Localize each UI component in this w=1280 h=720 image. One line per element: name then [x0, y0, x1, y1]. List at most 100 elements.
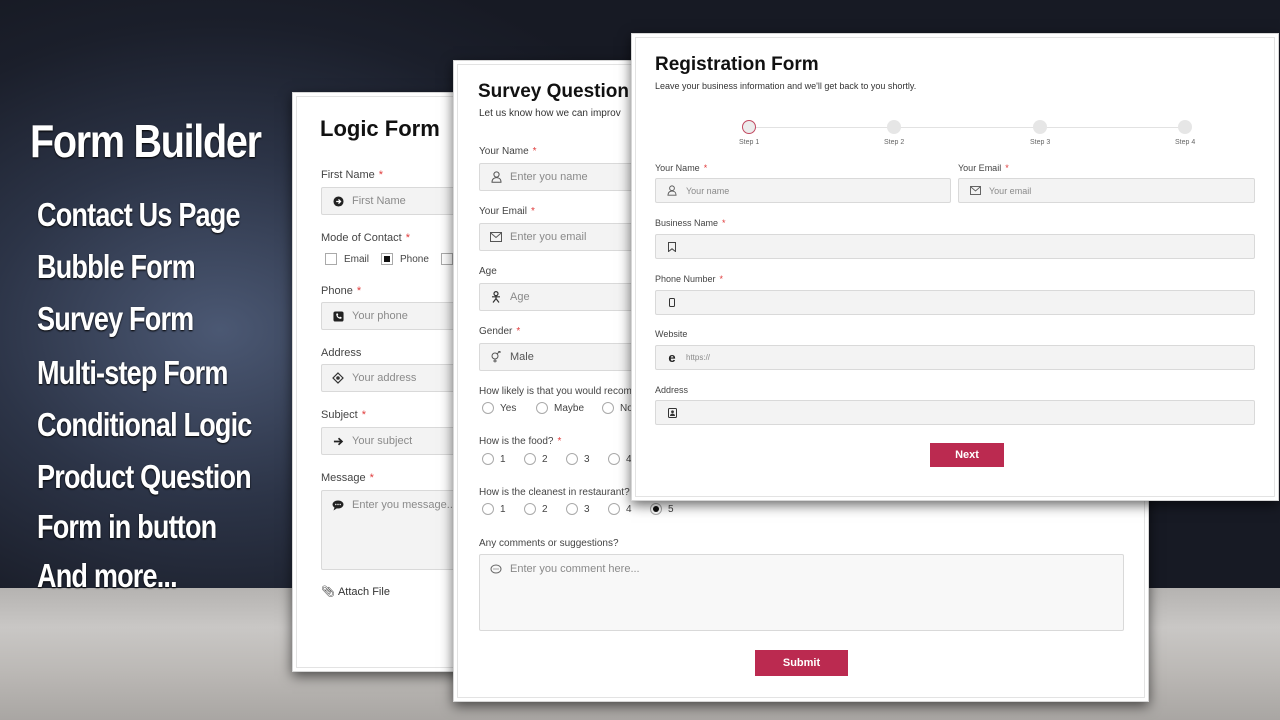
- contact-option-email[interactable]: Email: [325, 253, 369, 265]
- clean-option-1[interactable]: 1: [482, 503, 506, 515]
- step-3-label: Step 3: [1030, 139, 1051, 146]
- radio-button-selected[interactable]: [650, 503, 662, 515]
- website-input[interactable]: e https://: [655, 345, 1255, 370]
- step-4-dot[interactable]: [1178, 120, 1192, 134]
- mode-of-contact-label: Mode of Contact *: [321, 232, 410, 244]
- envelope-icon: [490, 231, 502, 243]
- feature-item: Bubble Form: [37, 248, 196, 285]
- radio-button[interactable]: [608, 453, 620, 465]
- reg-name-label: Your Name *: [655, 163, 708, 173]
- paperclip-icon: 📎︎: [321, 586, 335, 598]
- comment-icon: [490, 563, 502, 575]
- phone-number-label: Phone Number *: [655, 274, 724, 284]
- feature-item: Conditional Logic: [37, 406, 252, 443]
- reg-email-label: Your Email *: [958, 163, 1009, 173]
- phone-number-input[interactable]: [655, 290, 1255, 315]
- registration-form-subtitle: Leave your business information and we'l…: [655, 81, 917, 91]
- radio-button[interactable]: [524, 453, 536, 465]
- feature-item: And more...: [37, 557, 178, 594]
- feature-item: Survey Form: [37, 300, 194, 337]
- step-1-label: Step 1: [739, 139, 760, 146]
- reg-address-input[interactable]: [655, 400, 1255, 425]
- step-2-label: Step 2: [884, 139, 905, 146]
- business-name-input[interactable]: [655, 234, 1255, 259]
- feature-item: Multi-step Form: [37, 354, 228, 391]
- address-label: Address: [321, 347, 362, 359]
- email-checkbox[interactable]: [325, 253, 337, 265]
- person-icon: [490, 291, 502, 303]
- recommend-question: How likely is that you would recom: [479, 386, 632, 397]
- radio-button[interactable]: [482, 402, 494, 414]
- recommend-option-yes[interactable]: Yes: [482, 402, 516, 414]
- food-option-2[interactable]: 2: [524, 453, 548, 465]
- attach-file-link[interactable]: 📎︎ Attach File: [321, 585, 390, 599]
- subject-label: Subject *: [321, 409, 366, 421]
- comment-icon: [332, 499, 344, 511]
- food-question: How is the food? *: [479, 436, 562, 447]
- user-icon: [666, 185, 678, 197]
- next-button[interactable]: Next: [930, 443, 1004, 467]
- reg-address-label: Address: [655, 385, 689, 395]
- radio-button[interactable]: [602, 402, 614, 414]
- step-line: [749, 127, 1186, 128]
- comments-label: Any comments or suggestions?: [479, 538, 619, 549]
- survey-gender-label: Gender *: [479, 326, 521, 337]
- contact-option-phone[interactable]: Phone: [381, 253, 429, 265]
- radio-button[interactable]: [608, 503, 620, 515]
- message-label: Message *: [321, 472, 374, 484]
- recommend-option-maybe[interactable]: Maybe: [536, 402, 584, 414]
- survey-age-label: Age: [479, 266, 497, 277]
- clean-question: How is the cleanest in restaurant?: [479, 487, 630, 498]
- arrow-right-icon: [332, 435, 344, 447]
- step-2-dot[interactable]: [887, 120, 901, 134]
- envelope-icon: [969, 185, 981, 197]
- clean-option-3[interactable]: 3: [566, 503, 590, 515]
- radio-button[interactable]: [566, 503, 578, 515]
- reg-name-input[interactable]: Your name: [655, 178, 951, 203]
- food-option-4[interactable]: 4: [608, 453, 632, 465]
- recommend-option-no[interactable]: No: [602, 402, 633, 414]
- clean-option-5[interactable]: 5: [650, 503, 674, 515]
- feature-item: Contact Us Page: [37, 196, 241, 233]
- radio-button[interactable]: [536, 402, 548, 414]
- first-name-label: First Name *: [321, 169, 384, 181]
- registration-form-card: Registration Form Leave your business in…: [631, 33, 1279, 501]
- gender-icon: [490, 351, 502, 363]
- step-1-dot[interactable]: [742, 120, 756, 134]
- promo-title: Form Builder: [30, 115, 262, 167]
- survey-form-subtitle: Let us know how we can improv: [479, 108, 621, 119]
- clean-option-4[interactable]: 4: [608, 503, 632, 515]
- arrow-circle-right-icon: [332, 195, 344, 207]
- phone-checkbox[interactable]: [381, 253, 393, 265]
- registration-form-title: Registration Form: [655, 54, 819, 75]
- bookmark-icon: [666, 241, 678, 253]
- map-marker-icon: [332, 372, 344, 384]
- food-option-3[interactable]: 3: [566, 453, 590, 465]
- other-checkbox[interactable]: [441, 253, 453, 265]
- mobile-icon: [666, 297, 678, 309]
- feature-item: Product Question: [37, 458, 252, 495]
- phone-icon: [332, 310, 344, 322]
- business-name-label: Business Name *: [655, 218, 726, 228]
- reg-email-input[interactable]: Your email: [958, 178, 1255, 203]
- radio-button[interactable]: [524, 503, 536, 515]
- clean-option-2[interactable]: 2: [524, 503, 548, 515]
- radio-button[interactable]: [566, 453, 578, 465]
- step-4-label: Step 4: [1175, 139, 1196, 146]
- feature-item: Form in button: [37, 508, 217, 545]
- submit-button[interactable]: Submit: [755, 650, 848, 676]
- survey-form-title: Survey Question: [478, 81, 629, 102]
- address-book-icon: [666, 407, 678, 419]
- comments-textarea[interactable]: Enter you comment here...: [479, 554, 1124, 631]
- user-icon: [490, 171, 502, 183]
- phone-label: Phone *: [321, 285, 362, 297]
- step-3-dot[interactable]: [1033, 120, 1047, 134]
- food-option-1[interactable]: 1: [482, 453, 506, 465]
- radio-button[interactable]: [482, 503, 494, 515]
- website-label: Website: [655, 329, 688, 339]
- survey-name-label: Your Name *: [479, 146, 537, 157]
- logic-form-title: Logic Form: [320, 116, 440, 141]
- edge-browser-icon: e: [668, 350, 676, 365]
- survey-email-label: Your Email *: [479, 206, 535, 217]
- radio-button[interactable]: [482, 453, 494, 465]
